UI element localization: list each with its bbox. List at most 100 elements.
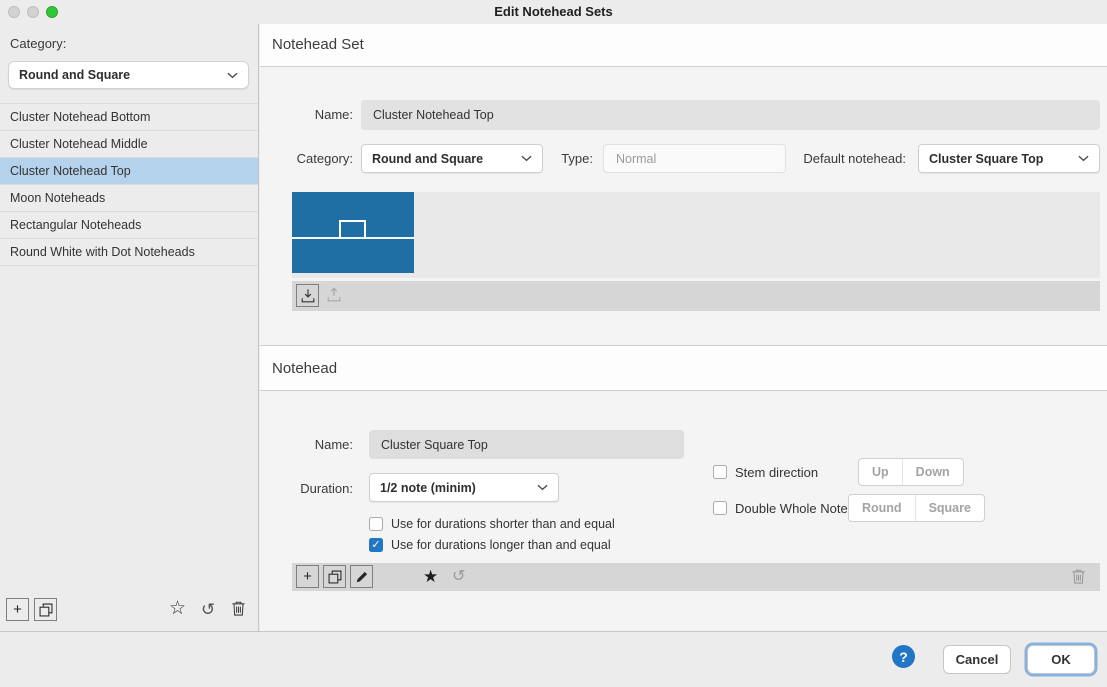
- sidebar: Category: Round and Square Cluster Noteh…: [0, 24, 259, 631]
- check-icon: ✓: [371, 538, 381, 551]
- notehead-set-list: Cluster Notehead Bottom Cluster Notehead…: [0, 103, 258, 266]
- star-set-button[interactable]: ☆: [169, 597, 186, 621]
- notehead-set-section-body: Name: Cluster Notehead Top Category: Rou…: [260, 67, 1107, 345]
- default-notehead-value: Cluster Square Top: [929, 151, 1044, 166]
- notehead-name-label: Name:: [314, 437, 353, 452]
- export-notehead-button[interactable]: [326, 287, 342, 308]
- list-item-label: Round White with Dot Noteheads: [10, 245, 195, 259]
- sidebar-toolbar: + ☆ ↺: [0, 594, 258, 626]
- sidebar-category-dropdown-value: Round and Square: [19, 68, 131, 82]
- help-button[interactable]: ?: [892, 645, 915, 668]
- list-item-round-white-with-dot-noteheads[interactable]: Round White with Dot Noteheads: [0, 239, 258, 266]
- import-notehead-button[interactable]: [296, 284, 319, 307]
- sidebar-category-label: Category:: [10, 36, 67, 51]
- stem-up-button[interactable]: Up: [859, 459, 902, 485]
- notehead-section-title: Notehead: [272, 360, 338, 377]
- star-filled-icon: ★: [423, 567, 439, 586]
- notehead-name-value: Cluster Square Top: [381, 437, 488, 452]
- ok-button[interactable]: OK: [1027, 645, 1095, 674]
- set-name-field[interactable]: Cluster Notehead Top: [361, 100, 1100, 130]
- list-item-moon-noteheads[interactable]: Moon Noteheads: [0, 185, 258, 212]
- reset-icon: ↺: [201, 600, 216, 619]
- notehead-set-section-title: Notehead Set: [272, 36, 364, 53]
- cluster-square-shape: [339, 220, 366, 239]
- list-item-label: Cluster Notehead Bottom: [10, 110, 151, 124]
- chevron-down-icon: [537, 484, 548, 491]
- notehead-section-header: Notehead: [260, 345, 1107, 391]
- star-outline-icon: ☆: [169, 598, 187, 619]
- minimize-button[interactable]: [27, 6, 39, 18]
- set-name-value: Cluster Notehead Top: [373, 108, 494, 122]
- use-shorter-checkbox[interactable]: [369, 517, 383, 531]
- list-item-label: Rectangular Noteheads: [10, 218, 142, 232]
- stem-direction-label: Stem direction: [735, 465, 819, 480]
- double-whole-segmented-control: Round Square: [848, 494, 985, 522]
- double-whole-note-label: Double Whole Note: [735, 501, 848, 516]
- list-item-cluster-notehead-middle[interactable]: Cluster Notehead Middle: [0, 131, 258, 158]
- cancel-button[interactable]: Cancel: [943, 645, 1011, 674]
- duration-value: 1/2 note (minim): [380, 480, 476, 495]
- notehead-set-toolbar: [292, 281, 1100, 311]
- zoom-button[interactable]: [46, 6, 58, 18]
- double-whole-note-checkbox[interactable]: [713, 501, 727, 515]
- default-notehead-dropdown[interactable]: Cluster Square Top: [918, 144, 1100, 173]
- duplicate-icon: [39, 603, 52, 616]
- sidebar-category-dropdown[interactable]: Round and Square: [8, 61, 249, 89]
- duration-dropdown[interactable]: 1/2 note (minim): [369, 473, 559, 502]
- notehead-set-section-header: Notehead Set: [260, 24, 1107, 67]
- pencil-icon: [356, 571, 367, 582]
- list-item-label: Cluster Notehead Top: [10, 164, 131, 178]
- duplicate-icon: [328, 570, 341, 583]
- set-category-label: Category:: [296, 151, 353, 166]
- use-longer-checkbox[interactable]: ✓: [369, 538, 383, 552]
- set-category-dropdown[interactable]: Round and Square: [361, 144, 543, 173]
- square-button[interactable]: Square: [914, 495, 984, 521]
- list-item-rectangular-noteheads[interactable]: Rectangular Noteheads: [0, 212, 258, 239]
- stem-direction-segmented-control: Up Down: [858, 458, 964, 486]
- export-icon: [327, 287, 341, 302]
- list-item-cluster-notehead-top[interactable]: Cluster Notehead Top: [0, 158, 258, 185]
- trash-icon: [1072, 569, 1085, 584]
- reset-notehead-button[interactable]: ↺: [452, 566, 465, 588]
- add-set-button[interactable]: +: [6, 598, 29, 621]
- question-mark-icon: ?: [899, 648, 908, 665]
- plus-icon: +: [303, 568, 312, 585]
- set-name-label: Name:: [314, 107, 353, 122]
- duration-label: Duration:: [300, 481, 353, 496]
- delete-notehead-button[interactable]: [1071, 568, 1086, 590]
- add-notehead-button[interactable]: +: [296, 565, 319, 588]
- notehead-section-body: Name: Cluster Square Top Duration: 1/2 n…: [260, 391, 1107, 631]
- default-notehead-star-button[interactable]: ★: [423, 565, 438, 589]
- round-button[interactable]: Round: [849, 495, 915, 521]
- close-button[interactable]: [8, 6, 20, 18]
- window-title: Edit Notehead Sets: [494, 4, 613, 19]
- use-longer-label: Use for durations longer than and equal: [391, 538, 611, 552]
- plus-icon: +: [13, 601, 22, 618]
- reset-icon: ↺: [452, 568, 466, 585]
- chevron-down-icon: [227, 72, 238, 78]
- chevron-down-icon: [521, 155, 532, 162]
- notehead-name-field[interactable]: Cluster Square Top: [369, 430, 684, 459]
- set-type-value: Normal: [616, 151, 657, 166]
- duplicate-set-button[interactable]: [34, 598, 57, 621]
- duplicate-notehead-button[interactable]: [323, 565, 346, 588]
- stem-down-button[interactable]: Down: [901, 459, 963, 485]
- notehead-toolbar: + ★ ↺: [292, 563, 1100, 591]
- dialog-footer: ? Cancel OK: [0, 631, 1107, 687]
- set-type-label: Type:: [561, 151, 593, 166]
- chevron-down-icon: [1078, 155, 1089, 162]
- edit-notehead-sets-dialog: Edit Notehead Sets Category: Round and S…: [0, 0, 1107, 687]
- set-category-value: Round and Square: [372, 151, 484, 166]
- notehead-preview-area: [292, 192, 1100, 278]
- edit-notehead-button[interactable]: [350, 565, 373, 588]
- delete-set-button[interactable]: [231, 600, 246, 622]
- reset-set-button[interactable]: ↺: [201, 599, 215, 621]
- cluster-square-top-glyph[interactable]: [292, 192, 414, 273]
- list-item-label: Cluster Notehead Middle: [10, 137, 148, 151]
- use-shorter-label: Use for durations shorter than and equal: [391, 517, 615, 531]
- list-item-cluster-notehead-bottom[interactable]: Cluster Notehead Bottom: [0, 104, 258, 131]
- stem-direction-checkbox[interactable]: [713, 465, 727, 479]
- titlebar: Edit Notehead Sets: [0, 0, 1107, 24]
- import-icon: [301, 288, 314, 302]
- list-item-label: Moon Noteheads: [10, 191, 106, 205]
